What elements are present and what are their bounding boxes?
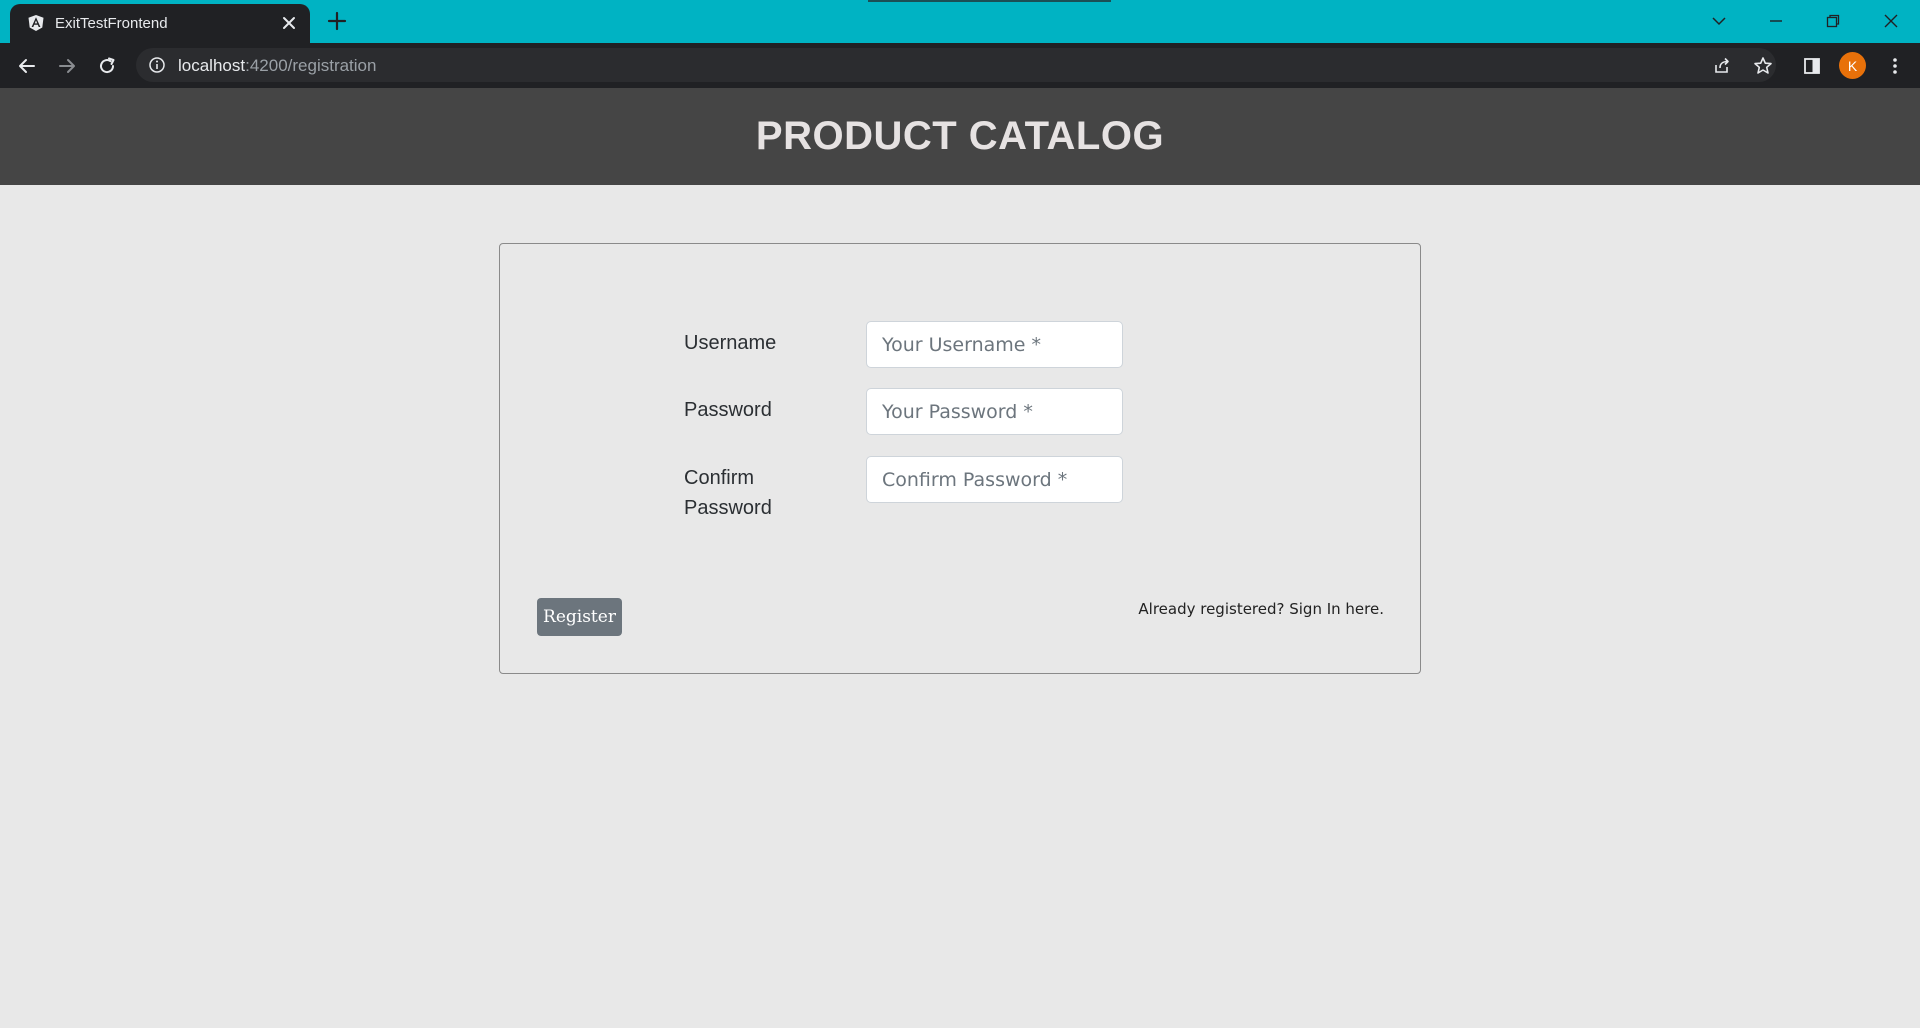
close-icon[interactable]: [280, 14, 298, 32]
bookmark-star-icon[interactable]: [1748, 51, 1778, 81]
new-tab-plus-icon[interactable]: [326, 10, 348, 32]
password-input[interactable]: [866, 388, 1123, 435]
page-header: PRODUCT CATALOG: [0, 88, 1920, 185]
browser-toolbar: localhost:4200/registration K: [0, 43, 1920, 88]
side-panel-icon[interactable]: [1797, 51, 1827, 81]
reload-icon[interactable]: [92, 51, 122, 81]
minimize-icon[interactable]: [1761, 6, 1791, 36]
browser-tab-strip: ExitTestFrontend: [0, 0, 1920, 43]
username-label: Username: [684, 332, 777, 354]
username-input[interactable]: [866, 321, 1123, 368]
browser-tab[interactable]: ExitTestFrontend: [10, 4, 310, 43]
tab-search-chevron-down-icon[interactable]: [1704, 6, 1734, 36]
more-menu-icon[interactable]: [1880, 51, 1910, 81]
share-icon[interactable]: [1707, 51, 1737, 81]
password-label: Password: [684, 399, 772, 421]
angular-logo-icon: [28, 15, 44, 31]
url-text: localhost:4200/registration: [178, 56, 377, 75]
tab-title: ExitTestFrontend: [55, 15, 168, 32]
register-button[interactable]: Register: [537, 598, 622, 636]
address-bar[interactable]: localhost:4200/registration: [136, 48, 1776, 82]
sign-in-link[interactable]: Already registered? Sign In here.: [1138, 600, 1384, 618]
tab-drag-indicator: [868, 0, 1111, 2]
site-info-icon[interactable]: [148, 56, 166, 74]
profile-avatar[interactable]: K: [1839, 52, 1866, 79]
page-title: PRODUCT CATALOG: [755, 114, 1165, 158]
confirm-password-input[interactable]: [866, 456, 1123, 503]
close-window-icon[interactable]: [1876, 6, 1906, 36]
registration-form-card: Username Password Confirm Password Regis…: [499, 243, 1421, 674]
forward-arrow-icon[interactable]: [52, 51, 82, 81]
back-arrow-icon[interactable]: [12, 51, 42, 81]
confirm-password-label: Confirm Password: [684, 467, 772, 519]
restore-window-icon[interactable]: [1818, 6, 1848, 36]
